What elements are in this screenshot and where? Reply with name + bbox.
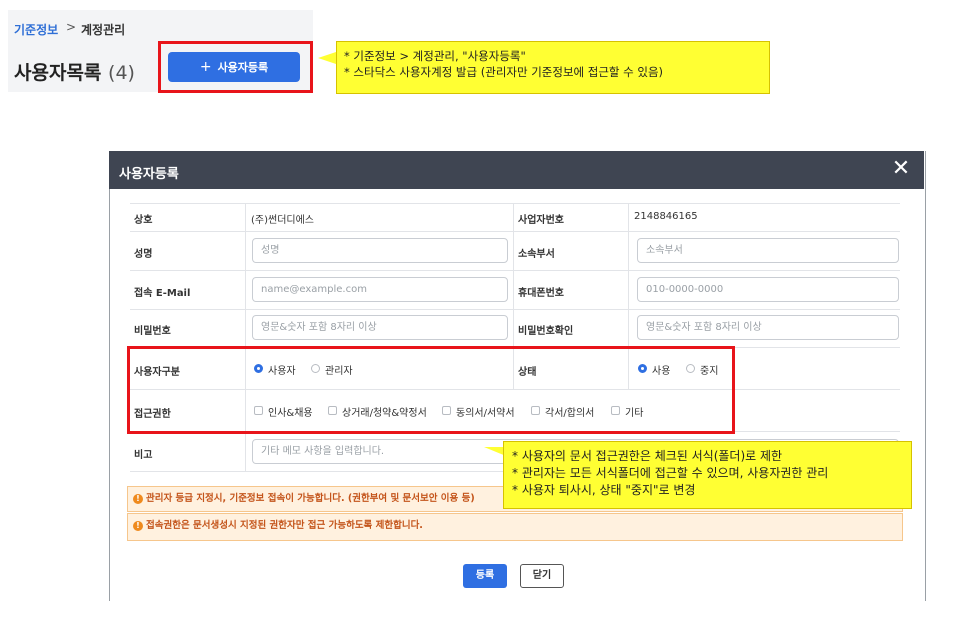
annotation-callout-bottom: * 사용자의 문서 접근권한은 체크된 서식(폴더)로 제한 * 관리자는 모든… [503, 441, 912, 509]
memo-label: 비고 [134, 450, 153, 461]
annotation-line: * 사용자 퇴사시, 상태 "중지"로 변경 [512, 483, 696, 497]
info-icon: ! [133, 494, 143, 504]
info-icon: ! [133, 521, 143, 531]
password-label: 비밀번호 [134, 326, 171, 337]
email-input[interactable]: name@example.com [252, 277, 508, 302]
notice-text: 접속권한은 문서생성시 지정된 권한자만 접근 가능하도록 제한합니다. [146, 520, 423, 531]
page-title-text: 사용자목록 [14, 62, 102, 84]
phone-label: 휴대폰번호 [518, 288, 564, 299]
company-value: (주)썬더디에스 [251, 215, 315, 226]
password-confirm-input[interactable]: 영문&숫자 포함 8자리 이상 [637, 315, 899, 340]
notice-text: 관리자 등급 지정시, 기준정보 접속이 가능합니다. (권한부여 및 문서보안… [146, 493, 475, 504]
bizno-value: 2148846165 [634, 211, 698, 222]
department-label: 소속부서 [518, 249, 555, 260]
highlight-box-register [158, 41, 313, 93]
department-input[interactable]: 소속부서 [637, 238, 899, 263]
submit-button[interactable]: 등록 [463, 564, 507, 588]
email-label: 접속 E-Mail [134, 288, 191, 299]
password-input[interactable]: 영문&숫자 포함 8자리 이상 [252, 315, 508, 340]
password-confirm-label: 비밀번호확인 [518, 326, 574, 337]
bizno-label: 사업자번호 [518, 215, 564, 226]
user-count: (4) [108, 62, 135, 84]
modal-title: 사용자등록 [119, 167, 179, 182]
modal-header [109, 151, 924, 189]
annotation-line: * 스타닥스 사용자계정 발급 (관리자만 기준정보에 접근할 수 있음) [344, 65, 664, 79]
name-label: 성명 [134, 249, 153, 260]
close-icon[interactable]: ✕ [889, 156, 913, 182]
annotation-line: * 기준정보 > 계정관리, "사용자등록" [344, 49, 526, 63]
annotation-callout-top: * 기준정보 > 계정관리, "사용자등록" * 스타닥스 사용자계정 발급 (… [336, 41, 770, 94]
breadcrumb-current: 계정관리 [81, 23, 126, 37]
highlight-box-permissions [127, 346, 735, 434]
breadcrumb-parent[interactable]: 기준정보 [14, 21, 58, 38]
name-input[interactable]: 성명 [252, 238, 508, 263]
callout-pointer [318, 52, 336, 64]
close-button[interactable]: 닫기 [520, 564, 564, 588]
notice-access: ! 접속권한은 문서생성시 지정된 권한자만 접근 가능하도록 제한합니다. [127, 513, 903, 541]
annotation-line: * 사용자의 문서 접근권한은 체크된 서식(폴더)로 제한 [512, 449, 783, 463]
company-label: 상호 [134, 215, 153, 226]
page-title: 사용자목록 (4) [14, 58, 135, 85]
phone-input[interactable]: 010-0000-0000 [637, 277, 899, 302]
annotation-line: * 관리자는 모든 서식폴더에 접근할 수 있으며, 사용자권한 관리 [512, 466, 829, 480]
breadcrumb-separator: > [66, 20, 77, 34]
